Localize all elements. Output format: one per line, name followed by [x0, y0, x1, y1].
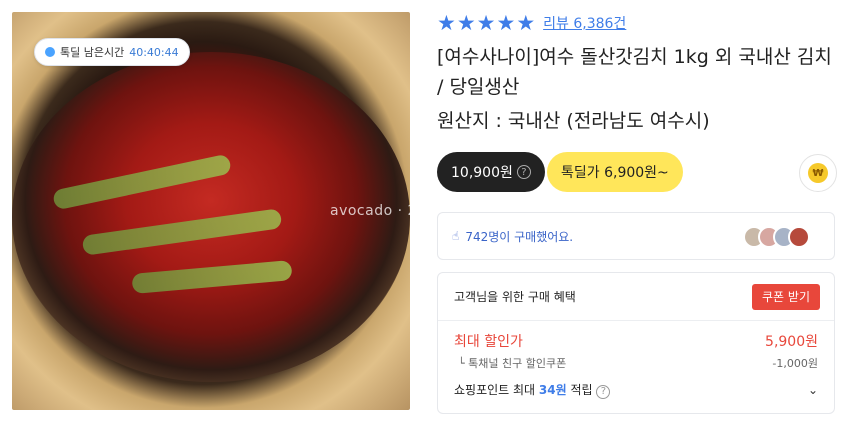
- get-coupon-button[interactable]: 쿠폰 받기: [752, 283, 820, 310]
- benefit-box: 고객님을 위한 구매 혜택 쿠폰 받기 최대 할인가 5,900원 └ 톡채널 …: [437, 272, 835, 414]
- deal-price-button[interactable]: 톡딜가 6,900원~: [547, 152, 683, 192]
- points-text: 쇼핑포인트 최대 34원 적립 ?: [454, 381, 611, 399]
- product-info-panel: ★ ★ ★ ★ ★ 리뷰 6,386건 [여수사나이]여수 돌산갓김치 1kg …: [437, 10, 837, 414]
- benefit-title: 고객님을 위한 구매 혜택: [454, 290, 576, 304]
- points-prefix: 쇼핑포인트 최대: [454, 383, 539, 397]
- star-icon: ★: [496, 10, 516, 35]
- regular-price: 10,900원: [451, 165, 513, 181]
- review-count-link[interactable]: 리뷰 6,386건: [543, 13, 626, 33]
- max-discount-label: 최대 할인가: [454, 334, 523, 350]
- product-title: [여수사나이]여수 돌산갓김치 1kg 외 국내산 김치 / 당일생산: [437, 46, 832, 98]
- deal-timer-badge: 톡딜 남은시간 40:40:44: [34, 38, 190, 66]
- timer-label: 톡딜 남은시간: [60, 46, 125, 59]
- points-value: 34원: [538, 383, 567, 397]
- clock-icon: [45, 47, 55, 57]
- rating-row: ★ ★ ★ ★ ★ 리뷰 6,386건: [437, 10, 837, 36]
- star-rating: ★ ★ ★ ★ ★: [437, 10, 536, 35]
- points-row[interactable]: 쇼핑포인트 최대 34원 적립 ? ⌄: [438, 371, 834, 399]
- hand-icon: ☝: [452, 229, 460, 243]
- star-icon: ★: [437, 10, 456, 35]
- star-icon: ★: [476, 10, 496, 35]
- avatar: [788, 226, 810, 248]
- help-icon[interactable]: ?: [596, 384, 611, 399]
- points-suffix: 적립: [566, 383, 593, 397]
- help-icon[interactable]: ?: [516, 165, 531, 179]
- buyer-avatars: [743, 226, 810, 248]
- star-icon: ★: [456, 10, 476, 35]
- coin-button[interactable]: ₩: [799, 154, 837, 192]
- deal-price: 톡딜가 6,900원~: [561, 165, 669, 181]
- price-row: 10,900원 ? 톡딜가 6,900원~ ₩: [437, 152, 837, 192]
- product-origin: 원산지 : 국내산 (전라남도 여수시): [437, 110, 710, 132]
- max-discount-row: 최대 할인가 5,900원: [438, 321, 834, 351]
- timer-value: 40:40:44: [129, 45, 179, 59]
- star-icon: ★: [516, 10, 536, 35]
- coupon-label: └ 톡채널 친구 할인쿠폰: [458, 357, 567, 370]
- coupon-row: └ 톡채널 친구 할인쿠폰 -1,000원: [438, 351, 834, 371]
- coupon-value: -1,000원: [772, 357, 818, 370]
- benefit-header: 고객님을 위한 구매 혜택 쿠폰 받기: [438, 273, 834, 321]
- chevron-down-icon[interactable]: ⌄: [808, 383, 818, 397]
- product-detail-page: 톡딜 남은시간 40:40:44 avocado · 2023-12-17 ★ …: [0, 0, 849, 423]
- buyers-box: ☝ 742명이 구매했어요.: [437, 212, 835, 260]
- buyers-count: 742명이 구매했어요.: [465, 229, 574, 244]
- max-discount-value: 5,900원: [765, 334, 818, 350]
- coin-icon: ₩: [808, 163, 828, 183]
- regular-price-button[interactable]: 10,900원 ?: [437, 152, 545, 192]
